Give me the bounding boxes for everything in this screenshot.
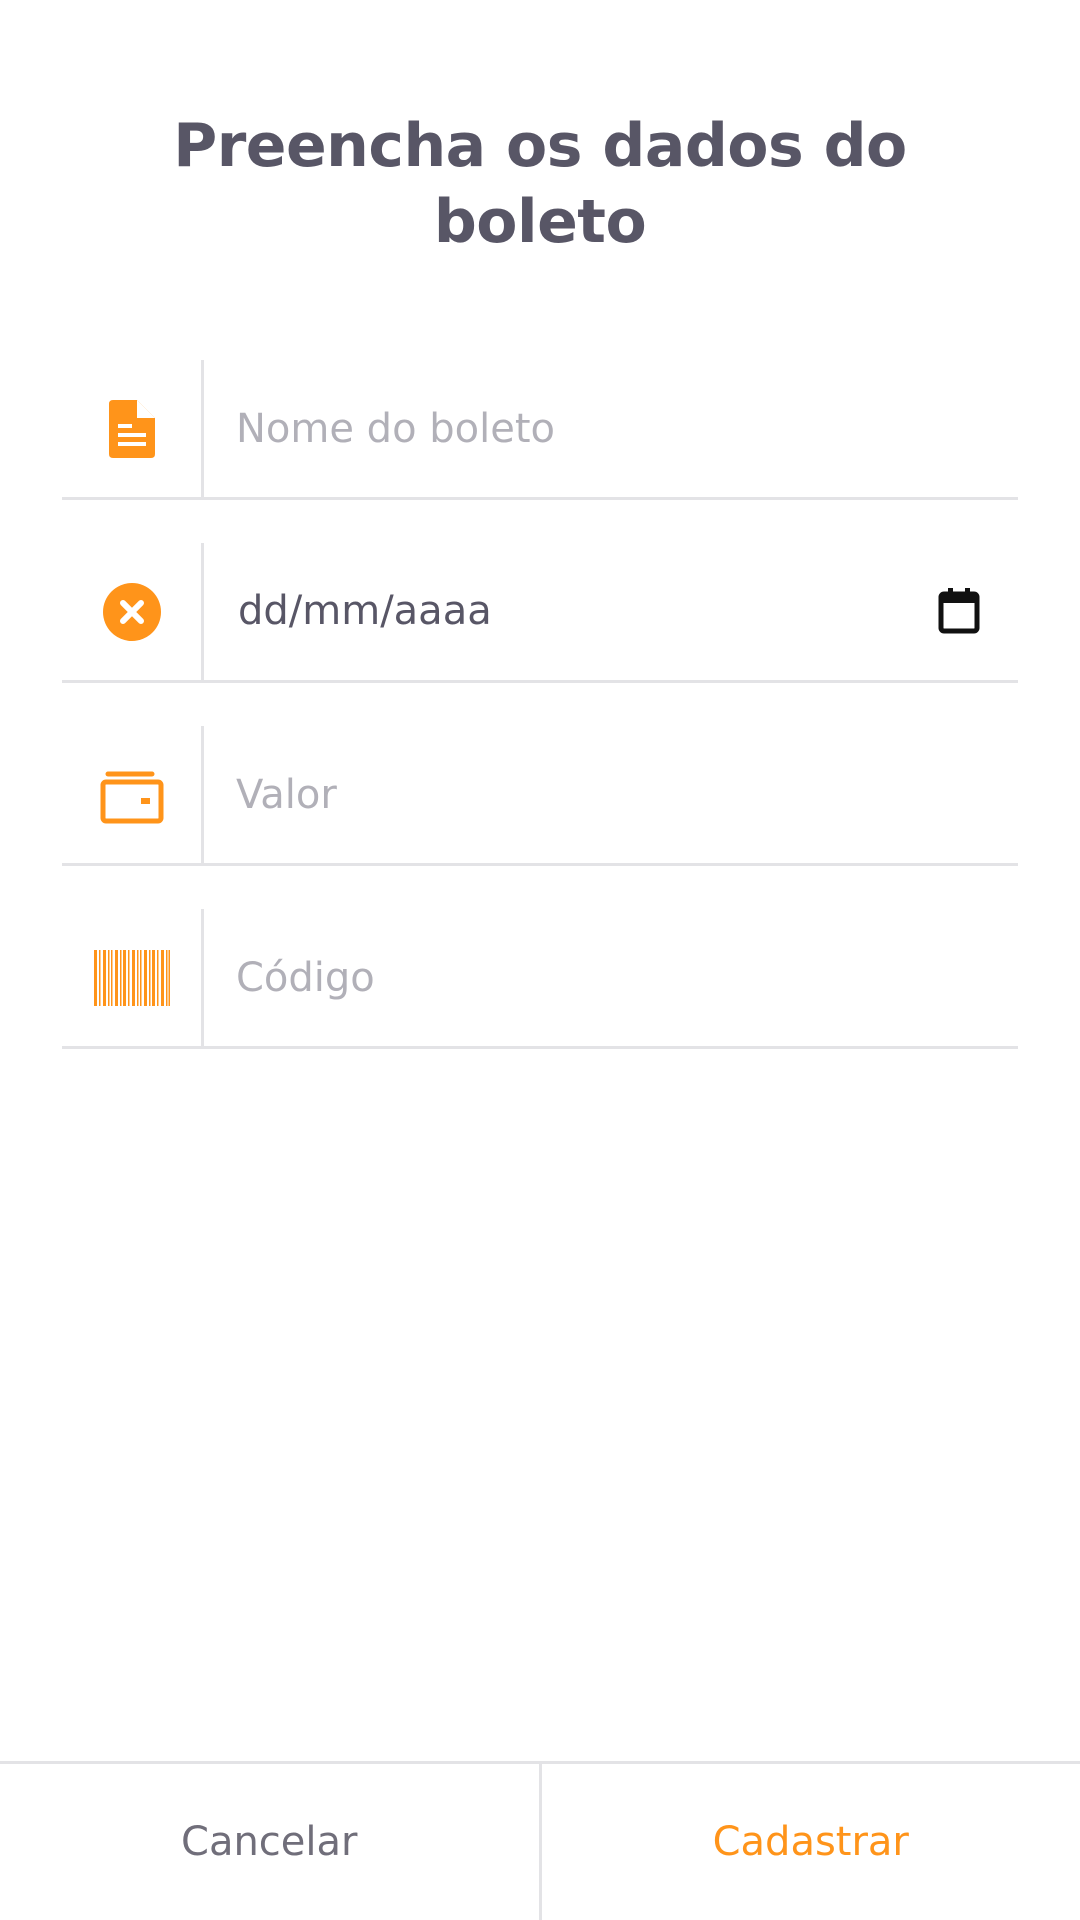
amount-field-row: [62, 726, 1018, 866]
field-divider: [201, 543, 204, 680]
wallet-icon: [62, 726, 201, 863]
field-divider: [201, 909, 204, 1046]
calendar-icon[interactable]: [936, 587, 982, 635]
due-date-input[interactable]: dd/mm/aaaa: [238, 543, 492, 680]
code-field-row: [62, 909, 1018, 1049]
amount-input[interactable]: [236, 726, 1018, 863]
name-field-row: [62, 360, 1018, 500]
due-date-field-row: dd/mm/aaaa: [62, 543, 1018, 683]
x-circle-icon: [62, 543, 201, 680]
boleto-name-input[interactable]: [236, 360, 1018, 497]
footer-actions: Cancelar Cadastrar: [0, 1761, 1080, 1920]
barcode-icon: [62, 909, 201, 1046]
page-title-line-2: boleto: [433, 187, 647, 257]
page-title-line-1: Preencha os dados do: [173, 111, 907, 181]
field-divider: [201, 360, 204, 497]
page-title: Preencha os dados do boleto: [0, 108, 1080, 260]
code-input[interactable]: [236, 909, 1018, 1046]
cancel-button[interactable]: Cancelar: [0, 1764, 542, 1920]
submit-button[interactable]: Cadastrar: [542, 1764, 1080, 1920]
boleto-form: dd/mm/aaaa: [62, 360, 1018, 1092]
file-text-icon: [62, 360, 201, 497]
field-divider: [201, 726, 204, 863]
